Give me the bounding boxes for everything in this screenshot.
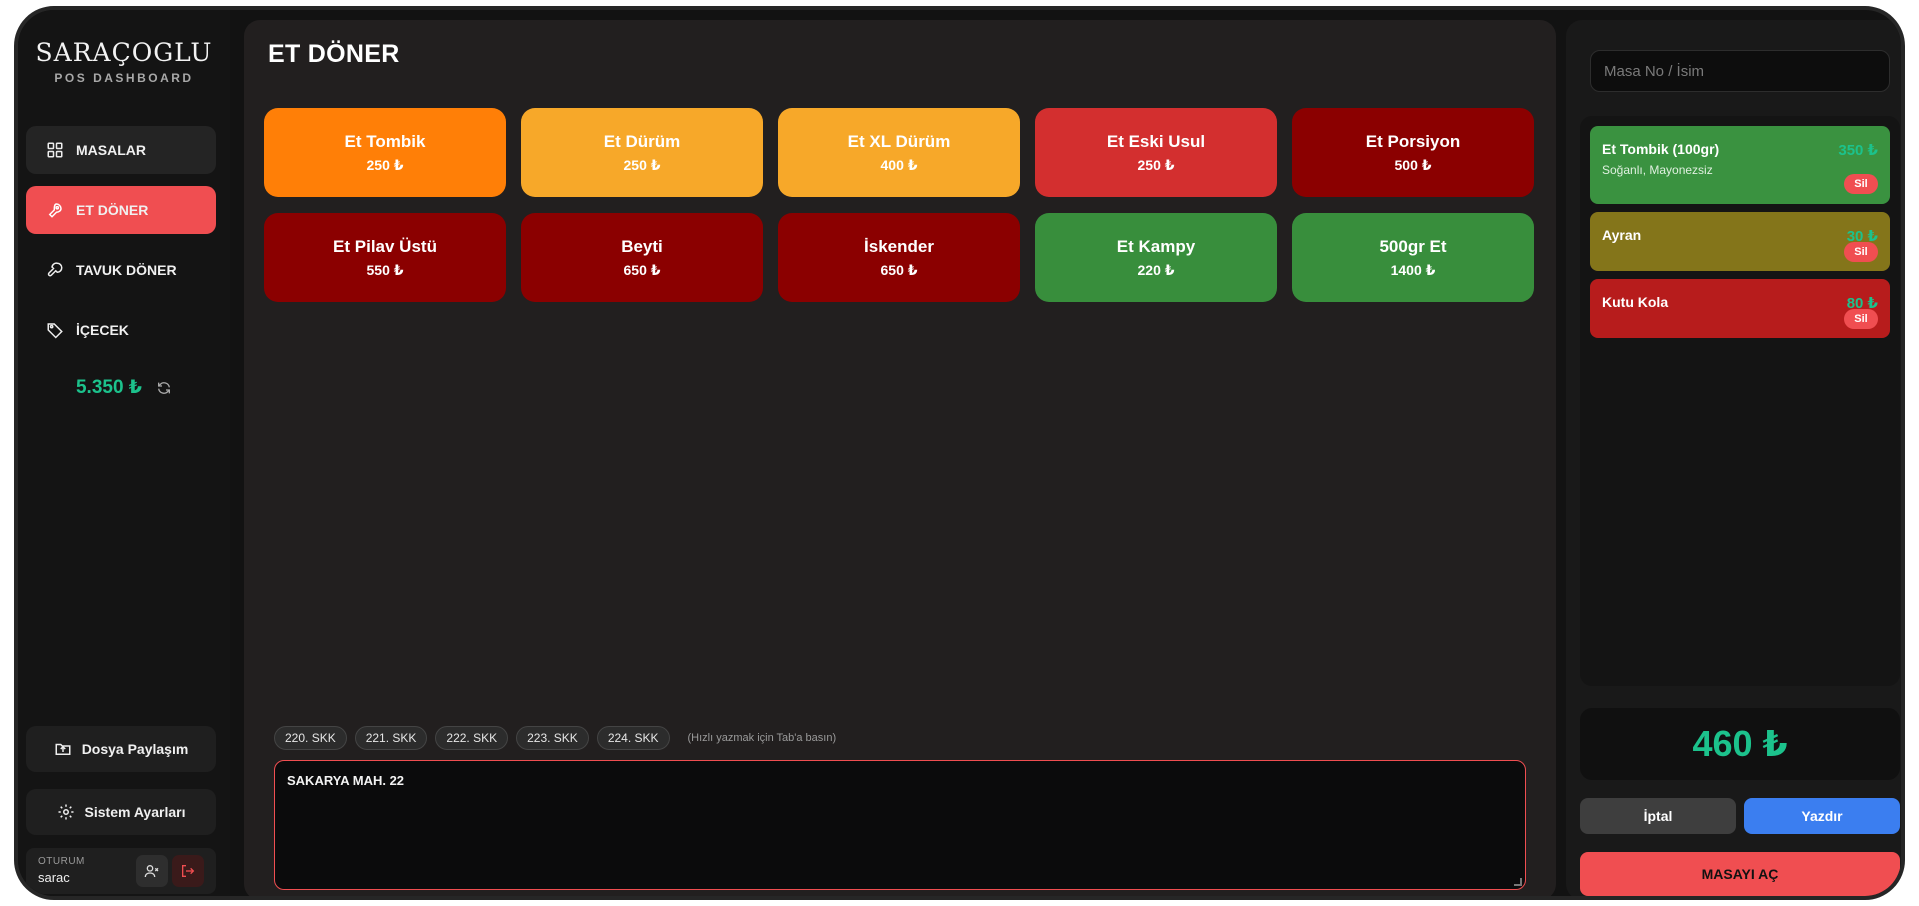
resize-handle[interactable] [1514, 878, 1522, 886]
brand: SARAÇOGLU POS DASHBOARD [18, 38, 230, 85]
nav-item-et-doner[interactable]: ET DÖNER [26, 186, 216, 234]
nav-item-masalar[interactable]: MASALAR [26, 126, 216, 174]
product-price: 650 ₺ [623, 261, 661, 278]
nav-item-icecek[interactable]: İÇECEK [26, 306, 216, 354]
delete-item-button[interactable]: Sil [1844, 242, 1878, 262]
street-chip[interactable]: 223. SKK [516, 726, 589, 750]
order-panel: Masa No / İsim Et Tombik (100gr) 350 ₺ Soğ… [1566, 20, 1901, 896]
product-name: Et Eski Usul [1106, 131, 1206, 151]
chip-hint: (Hızlı yazmak için Tab'a basın) [687, 732, 837, 744]
nav-label: İÇECEK [76, 322, 129, 338]
order-item-price: 350 ₺ [1838, 142, 1878, 159]
logout-button[interactable] [172, 855, 204, 887]
upload-folder-icon [55, 743, 71, 755]
file-share-label: Dosya Paylaşım [81, 741, 189, 757]
delete-item-button[interactable]: Sil [1844, 174, 1878, 194]
product-name: Beyti [621, 236, 663, 256]
logout-icon [182, 865, 195, 877]
product-name: Et Dürüm [603, 131, 681, 151]
order-item-name: Kutu Kola [1602, 294, 1669, 310]
file-share-button[interactable]: Dosya Paylaşım [26, 726, 216, 772]
order-item-name: Et Tombik (100gr) [1602, 141, 1720, 157]
product-tile[interactable]: Et Porsiyon 500 ₺ [1292, 108, 1534, 197]
street-chip[interactable]: 224. SKK [596, 726, 670, 750]
order-item[interactable]: Et Tombik (100gr) 350 ₺ Soğanlı, Mayonezsi… [1590, 126, 1890, 204]
nav-item-tavuk-doner[interactable]: TAVUK DÖNER [26, 246, 216, 294]
product-tile[interactable]: 500gr Et 1400 ₺ [1292, 213, 1534, 302]
product-name: Et Porsiyon [1365, 131, 1461, 151]
session-label: OTURUM [38, 856, 85, 867]
meat-icon [48, 203, 62, 218]
product-name: Et Tombik [344, 131, 426, 151]
session-user: sarac [38, 870, 70, 885]
nav-label: MASALAR [76, 142, 146, 158]
product-price: 250 ₺ [623, 156, 661, 173]
street-chip[interactable]: 220. SKK [274, 726, 347, 750]
order-total-box: 460 ₺ [1580, 708, 1900, 780]
street-chip[interactable]: 222. SKK [435, 726, 509, 750]
product-price: 400 ₺ [880, 156, 918, 173]
settings-label: Sistem Ayarları [84, 804, 186, 820]
product-name: Et Kampy [1116, 236, 1196, 256]
drumstick-icon [47, 262, 63, 277]
product-tile[interactable]: İskender 650 ₺ [778, 213, 1020, 302]
order-item-name: Ayran [1602, 227, 1642, 243]
order-total: 460 ₺ [1692, 723, 1788, 764]
order-item[interactable]: Kutu Kola 80 ₺ Sil [1590, 279, 1890, 338]
product-name: Et Pilav Üstü [333, 236, 437, 256]
product-price: 250 ₺ [1137, 156, 1175, 173]
address-value: SAKARYA MAH. 22 [287, 773, 405, 788]
product-tile[interactable]: Et Eski Usul 250 ₺ [1035, 108, 1277, 197]
grid-icon [47, 142, 63, 158]
tag-icon [47, 323, 63, 339]
order-item[interactable]: Ayran 30 ₺ Sil [1590, 212, 1890, 271]
product-tile[interactable]: Et Pilav Üstü 550 ₺ [264, 213, 506, 302]
product-price: 500 ₺ [1394, 156, 1432, 173]
table-search-input[interactable]: Masa No / İsim [1590, 50, 1890, 92]
product-name: İskender [864, 236, 934, 256]
product-tile[interactable]: Et XL Dürüm 400 ₺ [778, 108, 1020, 197]
brand-logo: SARAÇOGLU [35, 38, 213, 67]
switch-user-button[interactable] [136, 855, 168, 887]
product-tile[interactable]: Et Dürüm 250 ₺ [521, 108, 763, 197]
app-window: SARAÇOGLU POS DASHBOARD MASALAR ET DÖNER… [14, 6, 1905, 900]
session-box: OTURUM sarac [26, 848, 216, 894]
print-button[interactable]: Yazdır [1744, 798, 1900, 834]
sidebar: SARAÇOGLU POS DASHBOARD MASALAR ET DÖNER… [18, 10, 230, 896]
cancel-button[interactable]: İptal [1580, 798, 1736, 834]
brand-subtitle: POS DASHBOARD [54, 71, 194, 85]
page-title: ET DÖNER [268, 40, 400, 68]
product-price: 550 ₺ [366, 261, 404, 278]
product-tile[interactable]: Et Kampy 220 ₺ [1035, 213, 1277, 302]
street-chips: 220. SKK 221. SKK 222. SKK 223. SKK 224. SKK… [274, 726, 836, 750]
product-price: 650 ₺ [880, 261, 918, 278]
nav-label: ET DÖNER [76, 202, 149, 218]
address-input[interactable]: SAKARYA MAH. 22 [274, 760, 1526, 890]
order-list: Et Tombik (100gr) 350 ₺ Soğanlı, Mayonezsi… [1580, 116, 1900, 686]
open-table-button[interactable]: MASAYI AÇ [1580, 852, 1900, 896]
product-name: Et XL Dürüm [847, 131, 951, 151]
nav-label: TAVUK DÖNER [76, 262, 177, 278]
daily-total: 5.350 ₺ [18, 376, 230, 399]
main-panel: ET DÖNER Et Tombik 250 ₺ Et Dürüm 250 ₺ Et X… [244, 20, 1556, 896]
product-tile[interactable]: Beyti 650 ₺ [521, 213, 763, 302]
product-price: 220 ₺ [1137, 261, 1175, 278]
settings-button[interactable]: Sistem Ayarları [26, 789, 216, 835]
product-price: 250 ₺ [366, 156, 404, 173]
delete-item-button[interactable]: Sil [1844, 309, 1878, 329]
product-name: 500gr Et [1379, 236, 1447, 256]
gear-icon [58, 804, 74, 820]
refresh-icon[interactable] [156, 380, 172, 396]
street-chip[interactable]: 221. SKK [354, 726, 428, 750]
order-item-note: Soğanlı, Mayonezsiz [1602, 163, 1713, 177]
product-tile[interactable]: Et Tombik 250 ₺ [264, 108, 506, 197]
product-grid: Et Tombik 250 ₺ Et Dürüm 250 ₺ Et XL Dürüm 40… [264, 108, 1536, 302]
user-x-icon [144, 865, 159, 878]
daily-total-amount: 5.350 ₺ [75, 377, 143, 398]
product-price: 1400 ₺ [1390, 261, 1436, 278]
